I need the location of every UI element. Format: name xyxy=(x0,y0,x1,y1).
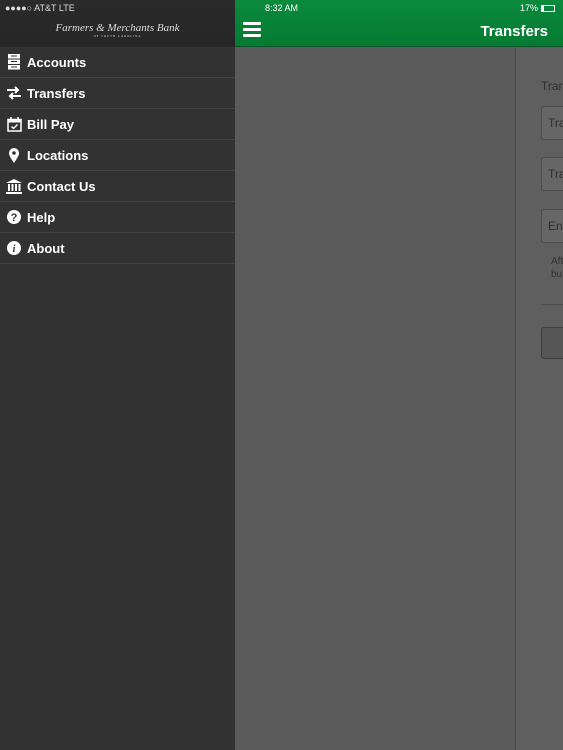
svg-text:i: i xyxy=(13,244,16,255)
from-account-field[interactable]: Tra xyxy=(541,106,563,140)
page-title: Transfers xyxy=(480,23,548,40)
sidebar-item-label: Help xyxy=(27,209,56,225)
accounts-icon xyxy=(6,54,22,70)
info-icon: i xyxy=(6,240,22,256)
carrier-status: ●●●●○ AT&T LTE xyxy=(5,3,75,13)
battery-status: 17% xyxy=(520,3,555,13)
sidebar-item-label: Contact Us xyxy=(27,178,96,194)
transfer-form-panel: Tran Tra Tra En Aft bu xyxy=(515,48,563,750)
sidebar-item-contact-us[interactable]: Contact Us xyxy=(0,171,235,202)
sidebar-item-bill-pay[interactable]: Bill Pay xyxy=(0,109,235,140)
battery-icon xyxy=(541,4,555,12)
divider xyxy=(541,304,563,305)
sidebar-item-label: About xyxy=(27,240,65,256)
sidebar-item-label: Transfers xyxy=(27,85,86,101)
note-text: bu xyxy=(551,269,563,280)
sidebar-item-label: Locations xyxy=(27,147,89,163)
hamburger-menu-icon[interactable] xyxy=(243,22,261,37)
question-icon: ? xyxy=(6,209,22,225)
main-view: 8:32 AM 17% Transfers Tran Tra Tra En Af… xyxy=(235,0,563,750)
sidebar-item-locations[interactable]: Locations xyxy=(0,140,235,171)
map-pin-icon xyxy=(6,147,22,163)
note-text: Aft xyxy=(551,256,563,267)
section-label: Tran xyxy=(541,79,563,93)
svg-text:?: ? xyxy=(11,212,18,224)
sidebar-item-label: Bill Pay xyxy=(27,116,74,132)
sidebar-header: ●●●●○ AT&T LTE Farmers & Merchants Bank O… xyxy=(0,0,235,47)
sidebar-menu: ●●●●○ AT&T LTE Farmers & Merchants Bank O… xyxy=(0,0,235,750)
bank-logo: Farmers & Merchants Bank OF SOUTH CAROLIN… xyxy=(55,22,180,38)
calendar-check-icon xyxy=(6,116,22,132)
sidebar-item-accounts[interactable]: Accounts xyxy=(0,47,235,78)
submit-button[interactable] xyxy=(541,327,563,359)
sidebar-item-label: Accounts xyxy=(27,54,87,70)
transfers-icon xyxy=(6,85,22,101)
sidebar-item-about[interactable]: i About xyxy=(0,233,235,264)
sidebar-item-help[interactable]: ? Help xyxy=(0,202,235,233)
clock: 8:32 AM xyxy=(265,3,299,13)
sidebar-item-transfers[interactable]: Transfers xyxy=(0,78,235,109)
to-account-field[interactable]: Tra xyxy=(541,157,563,191)
amount-field[interactable]: En xyxy=(541,209,563,243)
nav-bar: 8:32 AM 17% Transfers xyxy=(235,0,563,47)
bank-icon xyxy=(6,178,22,194)
